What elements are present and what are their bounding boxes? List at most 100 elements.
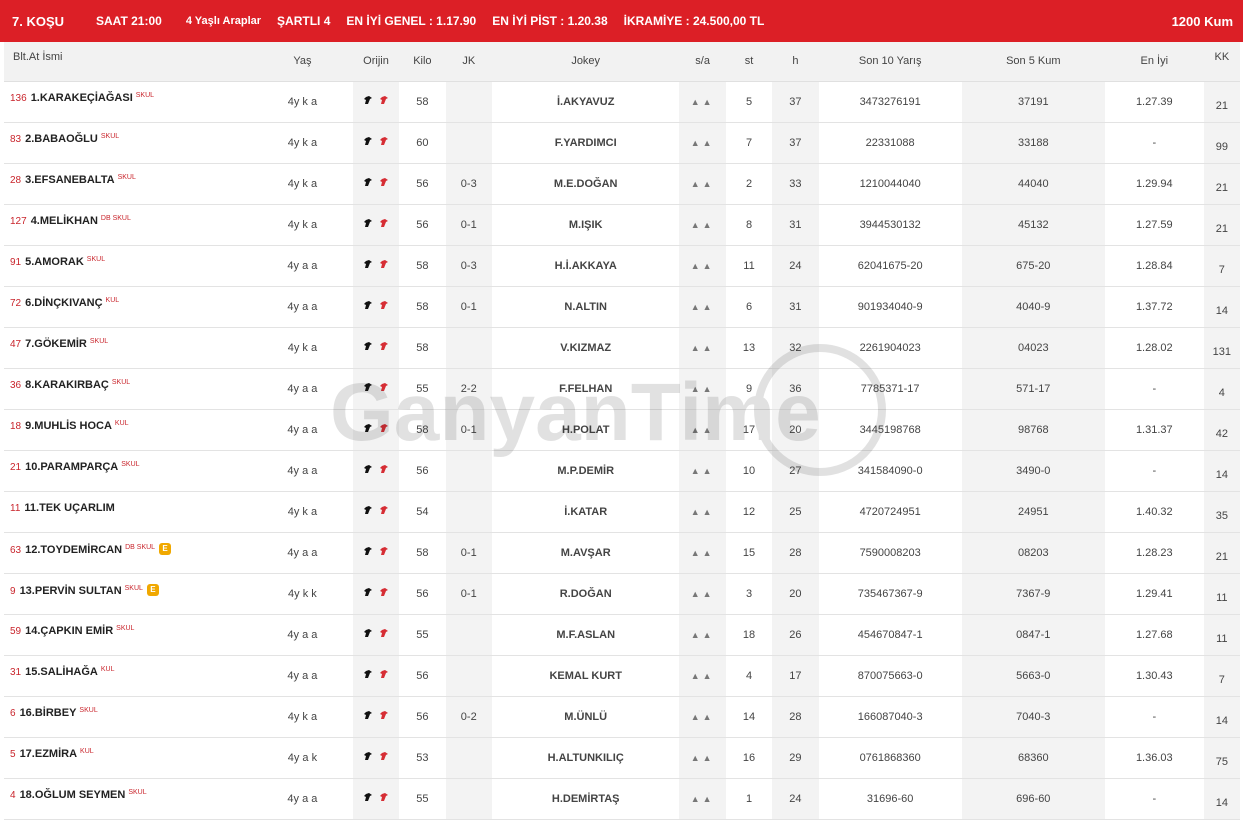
jockey-cell[interactable]: İ.KATAR	[491, 491, 680, 533]
col-header-h[interactable]: h	[772, 42, 819, 82]
owner-trainer-icon[interactable]: ▲▲	[691, 712, 715, 722]
sire-horse-icon[interactable]	[363, 259, 373, 269]
owner-trainer-icon[interactable]: ▲▲	[691, 753, 715, 763]
jockey-cell[interactable]: İ.AKYAVUZ	[491, 81, 680, 123]
owner-trainer-icon[interactable]: ▲▲	[691, 97, 715, 107]
dam-horse-icon[interactable]	[379, 546, 389, 556]
table-row[interactable]: 4 18.OĞLUM SEYMEN SKUL 4y a a 55 H.DEMİRTA…	[4, 778, 1240, 820]
table-row[interactable]: 31 15.SALİHAĞA KUL 4y a a 56 KEMAL KURT ▲▲…	[4, 655, 1240, 697]
table-row[interactable]: 91 5.AMORAK SKUL 4y a a 58 0-3 H.İ.AKKAYA …	[4, 245, 1240, 287]
dam-horse-icon[interactable]	[379, 382, 389, 392]
horse-name[interactable]: 8.KARAKIRBAÇ	[25, 379, 109, 391]
owner-trainer-icon[interactable]: ▲▲	[691, 179, 715, 189]
dam-horse-icon[interactable]	[379, 341, 389, 351]
table-row[interactable]: 9 13.PERVİN SULTAN SKUL E 4y k k 56 0-1 R.D…	[4, 573, 1240, 615]
sire-horse-icon[interactable]	[363, 751, 373, 761]
table-row[interactable]: 6 16.BİRBEY SKUL 4y k a 56 0-2 M.ÜNLÜ ▲▲ 1…	[4, 696, 1240, 738]
table-row[interactable]: 83 2.BABAOĞLU SKUL 4y k a 60 F.YARDIMCI ▲▲…	[4, 122, 1240, 164]
table-row[interactable]: 11 11.TEK UÇARLIM 4y k a 54 İ.KATAR ▲▲ 12…	[4, 491, 1240, 533]
table-row[interactable]: 18 9.MUHLİS HOCA KUL 4y a a 58 0-1 H.POLAT…	[4, 409, 1240, 451]
col-header-weight[interactable]: Kilo	[399, 42, 446, 82]
table-row[interactable]: 136 1.KARAKEÇİAĞASI SKUL 4y k a 58 İ.AKYAV…	[4, 81, 1240, 123]
sire-horse-icon[interactable]	[363, 669, 373, 679]
jockey-cell[interactable]: H.ALTUNKILIÇ	[491, 737, 680, 779]
col-header-origin[interactable]: Orijin	[352, 42, 400, 82]
table-row[interactable]: 28 3.EFSANEBALTA SKUL 4y k a 56 0-3 M.E.DO…	[4, 163, 1240, 205]
sire-horse-icon[interactable]	[363, 95, 373, 105]
sire-horse-icon[interactable]	[363, 300, 373, 310]
jockey-cell[interactable]: F.FELHAN	[491, 368, 680, 410]
horse-name[interactable]: 15.SALİHAĞA	[25, 666, 98, 678]
sire-horse-icon[interactable]	[363, 464, 373, 474]
col-header-age[interactable]: Yaş	[252, 42, 353, 82]
horse-name[interactable]: 11.TEK UÇARLIM	[24, 502, 114, 514]
col-header-best[interactable]: En İyi	[1104, 42, 1204, 82]
dam-horse-icon[interactable]	[379, 95, 389, 105]
col-header-sa[interactable]: s/a	[679, 42, 726, 82]
owner-trainer-icon[interactable]: ▲▲	[691, 507, 715, 517]
col-header-jockey[interactable]: Jokey	[491, 42, 680, 82]
horse-name[interactable]: 1.KARAKEÇİAĞASI	[31, 92, 133, 104]
horse-name[interactable]: 2.BABAOĞLU	[25, 133, 98, 145]
sire-horse-icon[interactable]	[363, 341, 373, 351]
owner-trainer-icon[interactable]: ▲▲	[691, 671, 715, 681]
jockey-cell[interactable]: M.P.DEMİR	[491, 450, 680, 492]
col-header-last5[interactable]: Son 5 Kum	[961, 42, 1105, 82]
horse-name[interactable]: 14.ÇAPKIN EMİR	[25, 625, 113, 637]
horse-name[interactable]: 13.PERVİN SULTAN	[20, 585, 122, 597]
table-row[interactable]: 127 4.MELİKHAN DB SKUL 4y k a 56 0-1 M.IŞI…	[4, 204, 1240, 246]
sire-horse-icon[interactable]	[363, 710, 373, 720]
horse-name[interactable]: 17.EZMİRA	[20, 748, 77, 760]
dam-horse-icon[interactable]	[379, 710, 389, 720]
table-row[interactable]: 21 10.PARAMPARÇA SKUL 4y a a 56 M.P.DEMİR …	[4, 450, 1240, 492]
sire-horse-icon[interactable]	[363, 218, 373, 228]
col-header-jk[interactable]: JK	[445, 42, 492, 82]
dam-horse-icon[interactable]	[379, 259, 389, 269]
owner-trainer-icon[interactable]: ▲▲	[691, 466, 715, 476]
sire-horse-icon[interactable]	[363, 505, 373, 515]
table-row[interactable]: 5 17.EZMİRA KUL 4y a k 53 H.ALTUNKILIÇ ▲▲ …	[4, 737, 1240, 779]
jockey-cell[interactable]: H.İ.AKKAYA	[491, 245, 680, 287]
dam-horse-icon[interactable]	[379, 628, 389, 638]
table-row[interactable]: 72 6.DİNÇKIVANÇ KUL 4y a a 58 0-1 N.ALTIN …	[4, 286, 1240, 328]
col-header-kk[interactable]: KK	[1203, 42, 1240, 82]
col-header-last10[interactable]: Son 10 Yarış	[818, 42, 962, 82]
horse-name[interactable]: 16.BİRBEY	[20, 707, 77, 719]
dam-horse-icon[interactable]	[379, 136, 389, 146]
jockey-cell[interactable]: H.DEMİRTAŞ	[491, 778, 680, 820]
owner-trainer-icon[interactable]: ▲▲	[691, 425, 715, 435]
horse-name[interactable]: 4.MELİKHAN	[31, 215, 98, 227]
owner-trainer-icon[interactable]: ▲▲	[691, 548, 715, 558]
dam-horse-icon[interactable]	[379, 505, 389, 515]
table-row[interactable]: 47 7.GÖKEMİR SKUL 4y k a 58 V.KIZMAZ ▲▲ 13…	[4, 327, 1240, 369]
table-row[interactable]: 59 14.ÇAPKIN EMİR SKUL 4y a a 55 M.F.ASLAN…	[4, 614, 1240, 656]
owner-trainer-icon[interactable]: ▲▲	[691, 589, 715, 599]
owner-trainer-icon[interactable]: ▲▲	[691, 630, 715, 640]
dam-horse-icon[interactable]	[379, 177, 389, 187]
dam-horse-icon[interactable]	[379, 669, 389, 679]
dam-horse-icon[interactable]	[379, 587, 389, 597]
horse-name[interactable]: 7.GÖKEMİR	[25, 338, 87, 350]
jockey-cell[interactable]: H.POLAT	[491, 409, 680, 451]
dam-horse-icon[interactable]	[379, 792, 389, 802]
owner-trainer-icon[interactable]: ▲▲	[691, 302, 715, 312]
jockey-cell[interactable]: M.E.DOĞAN	[491, 163, 680, 205]
horse-name[interactable]: 10.PARAMPARÇA	[25, 461, 118, 473]
horse-name[interactable]: 18.OĞLUM SEYMEN	[20, 789, 126, 801]
dam-horse-icon[interactable]	[379, 423, 389, 433]
jockey-cell[interactable]: F.YARDIMCI	[491, 122, 680, 164]
jockey-cell[interactable]: V.KIZMAZ	[491, 327, 680, 369]
jockey-cell[interactable]: M.IŞIK	[491, 204, 680, 246]
dam-horse-icon[interactable]	[379, 751, 389, 761]
horse-name[interactable]: 3.EFSANEBALTA	[25, 174, 114, 186]
col-header-st[interactable]: st	[725, 42, 773, 82]
owner-trainer-icon[interactable]: ▲▲	[691, 138, 715, 148]
jockey-cell[interactable]: M.AVŞAR	[491, 532, 680, 574]
dam-horse-icon[interactable]	[379, 218, 389, 228]
dam-horse-icon[interactable]	[379, 464, 389, 474]
horse-name[interactable]: 12.TOYDEMİRCAN	[25, 544, 122, 556]
horse-name[interactable]: 5.AMORAK	[25, 256, 84, 268]
sire-horse-icon[interactable]	[363, 177, 373, 187]
sire-horse-icon[interactable]	[363, 628, 373, 638]
jockey-cell[interactable]: N.ALTIN	[491, 286, 680, 328]
